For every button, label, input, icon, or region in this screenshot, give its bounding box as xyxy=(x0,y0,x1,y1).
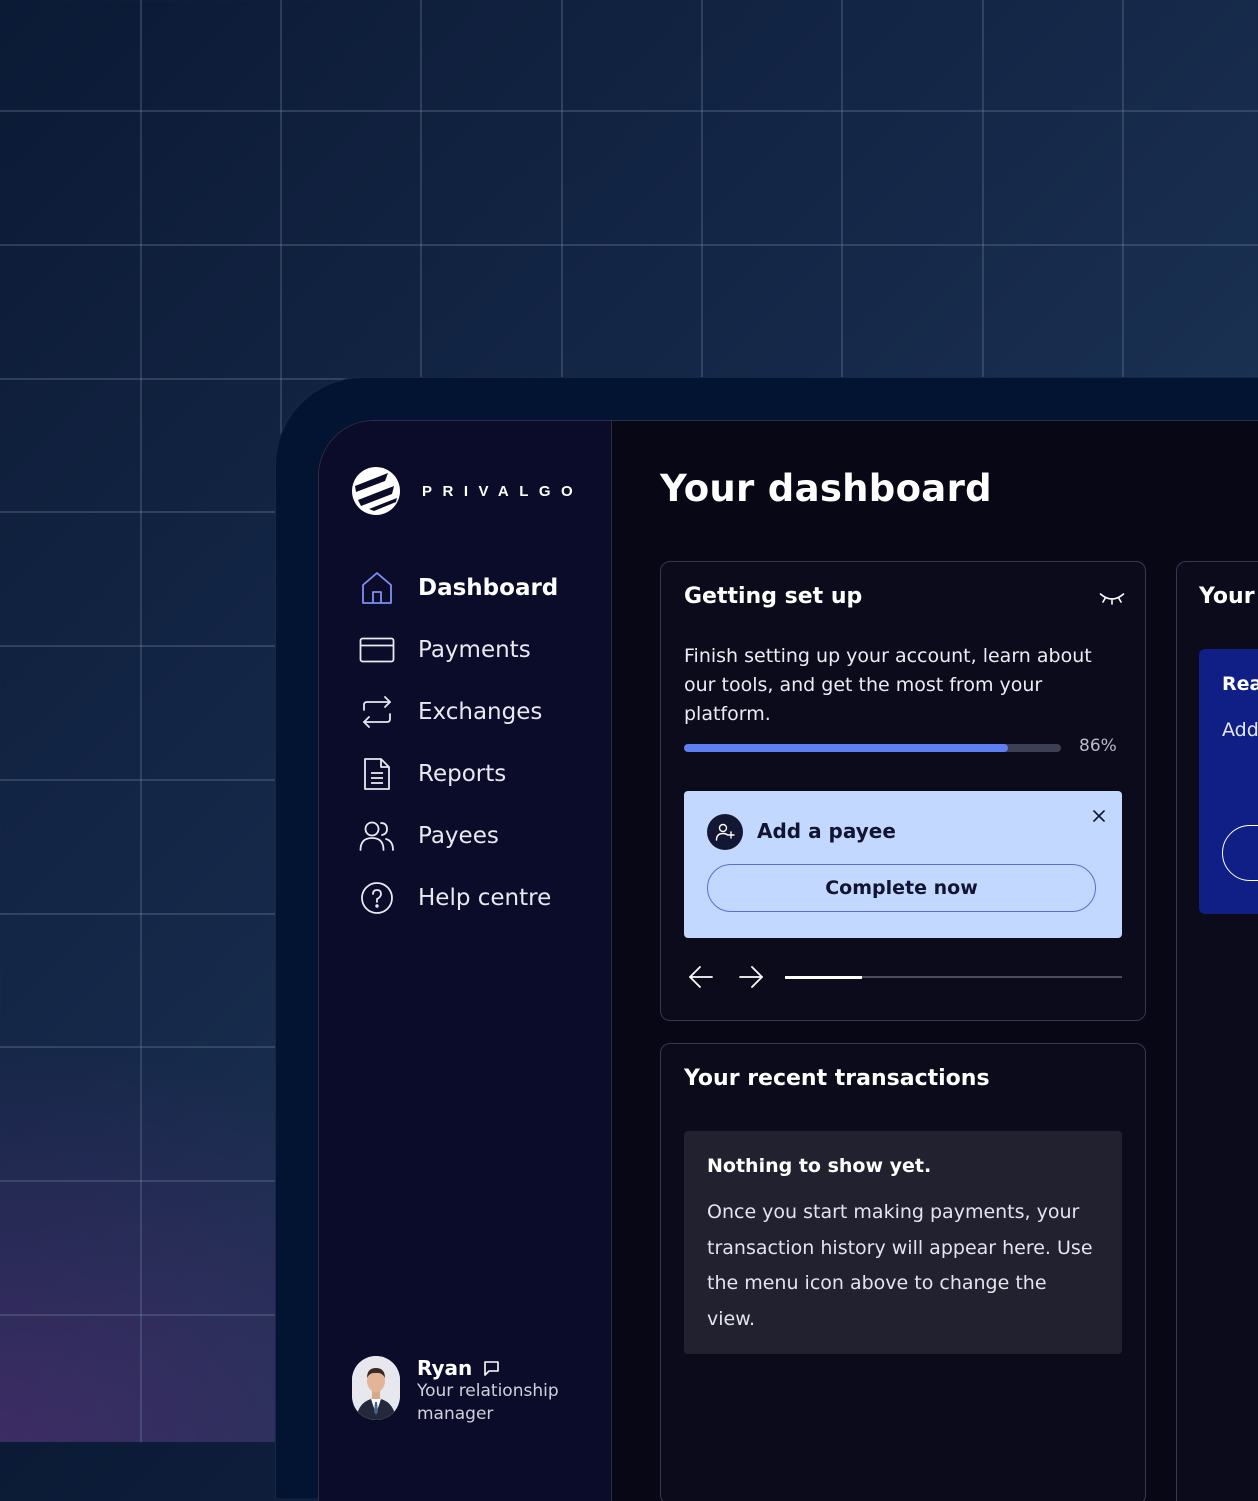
sidebar-item-label: Exchanges xyxy=(418,699,543,725)
brand-name: PRIVALGO xyxy=(422,482,584,500)
promo-panel: Rea Add avai here xyxy=(1199,649,1258,914)
close-icon[interactable] xyxy=(1093,807,1105,826)
manager-name: Ryan xyxy=(417,1356,473,1380)
empty-state: Nothing to show yet. Once you start maki… xyxy=(684,1131,1122,1354)
add-payee-task: Add a payee Complete now xyxy=(684,791,1122,938)
message-icon[interactable] xyxy=(483,1360,500,1377)
manager-role: Your relationship manager xyxy=(417,1381,559,1424)
promo-title: Rea xyxy=(1222,673,1258,695)
brand-logo[interactable]: PRIVALGO xyxy=(352,467,583,515)
exchange-icon xyxy=(359,694,395,730)
document-icon xyxy=(359,756,395,792)
sidebar-item-dashboard[interactable]: Dashboard xyxy=(319,557,611,619)
page-title: Your dashboard xyxy=(660,467,992,510)
promo-text: Add avai here xyxy=(1222,719,1258,741)
help-icon xyxy=(359,880,395,916)
right-card: Your l Rea Add avai here xyxy=(1176,561,1258,1501)
card-title: Your recent transactions xyxy=(684,1066,990,1091)
sidebar-item-reports[interactable]: Reports xyxy=(319,743,611,805)
carousel-scroll-thumb[interactable] xyxy=(785,975,862,979)
card-title: Your l xyxy=(1199,584,1258,609)
card-icon xyxy=(359,632,395,668)
carousel-scrollbar[interactable] xyxy=(785,975,1122,979)
privalgo-logo-icon xyxy=(352,467,400,515)
task-title: Add a payee xyxy=(757,819,896,843)
setup-progress-bar xyxy=(684,744,1061,752)
sidebar-item-label: Payments xyxy=(418,637,531,663)
hide-eye-icon[interactable] xyxy=(1099,590,1125,610)
sidebar-item-payees[interactable]: Payees xyxy=(319,805,611,867)
sidebar-item-help-centre[interactable]: Help centre xyxy=(319,867,611,929)
sidebar-item-label: Payees xyxy=(418,823,499,849)
sidebar-nav: Dashboard Payments Exchanges Reports Pay… xyxy=(319,557,611,929)
main-content: Your dashboard Getting set up Finish set… xyxy=(612,421,1258,1501)
recent-transactions-card: Your recent transactions Nothing to show… xyxy=(660,1043,1146,1501)
setup-progress-fill xyxy=(684,744,1009,752)
home-icon xyxy=(359,570,395,606)
setup-description: Finish setting up your account, learn ab… xyxy=(684,645,1092,725)
complete-now-button[interactable]: Complete now xyxy=(707,864,1096,912)
sidebar-item-label: Reports xyxy=(418,761,507,787)
empty-state-text: Once you start making payments, your tra… xyxy=(707,1201,1093,1330)
arrow-right-icon[interactable] xyxy=(738,965,764,993)
users-icon xyxy=(359,818,395,854)
sidebar-item-label: Dashboard xyxy=(418,575,559,601)
empty-state-title: Nothing to show yet. xyxy=(707,1155,932,1177)
sidebar: PRIVALGO Dashboard Payments Exchanges Re… xyxy=(319,421,612,1501)
add-user-icon xyxy=(707,814,743,850)
sidebar-item-payments[interactable]: Payments xyxy=(319,619,611,681)
relationship-manager[interactable]: Ryan Your relationship manager xyxy=(352,1356,582,1426)
card-title: Getting set up xyxy=(684,584,863,609)
avatar xyxy=(352,1356,400,1420)
setup-progress-label: 86% xyxy=(1079,736,1117,756)
promo-button[interactable] xyxy=(1222,825,1258,881)
app-window: PRIVALGO Dashboard Payments Exchanges Re… xyxy=(318,420,1258,1501)
getting-set-up-card: Getting set up Finish setting up your ac… xyxy=(660,561,1146,1021)
sidebar-item-exchanges[interactable]: Exchanges xyxy=(319,681,611,743)
arrow-left-icon[interactable] xyxy=(688,965,714,993)
sidebar-item-label: Help centre xyxy=(418,885,552,911)
